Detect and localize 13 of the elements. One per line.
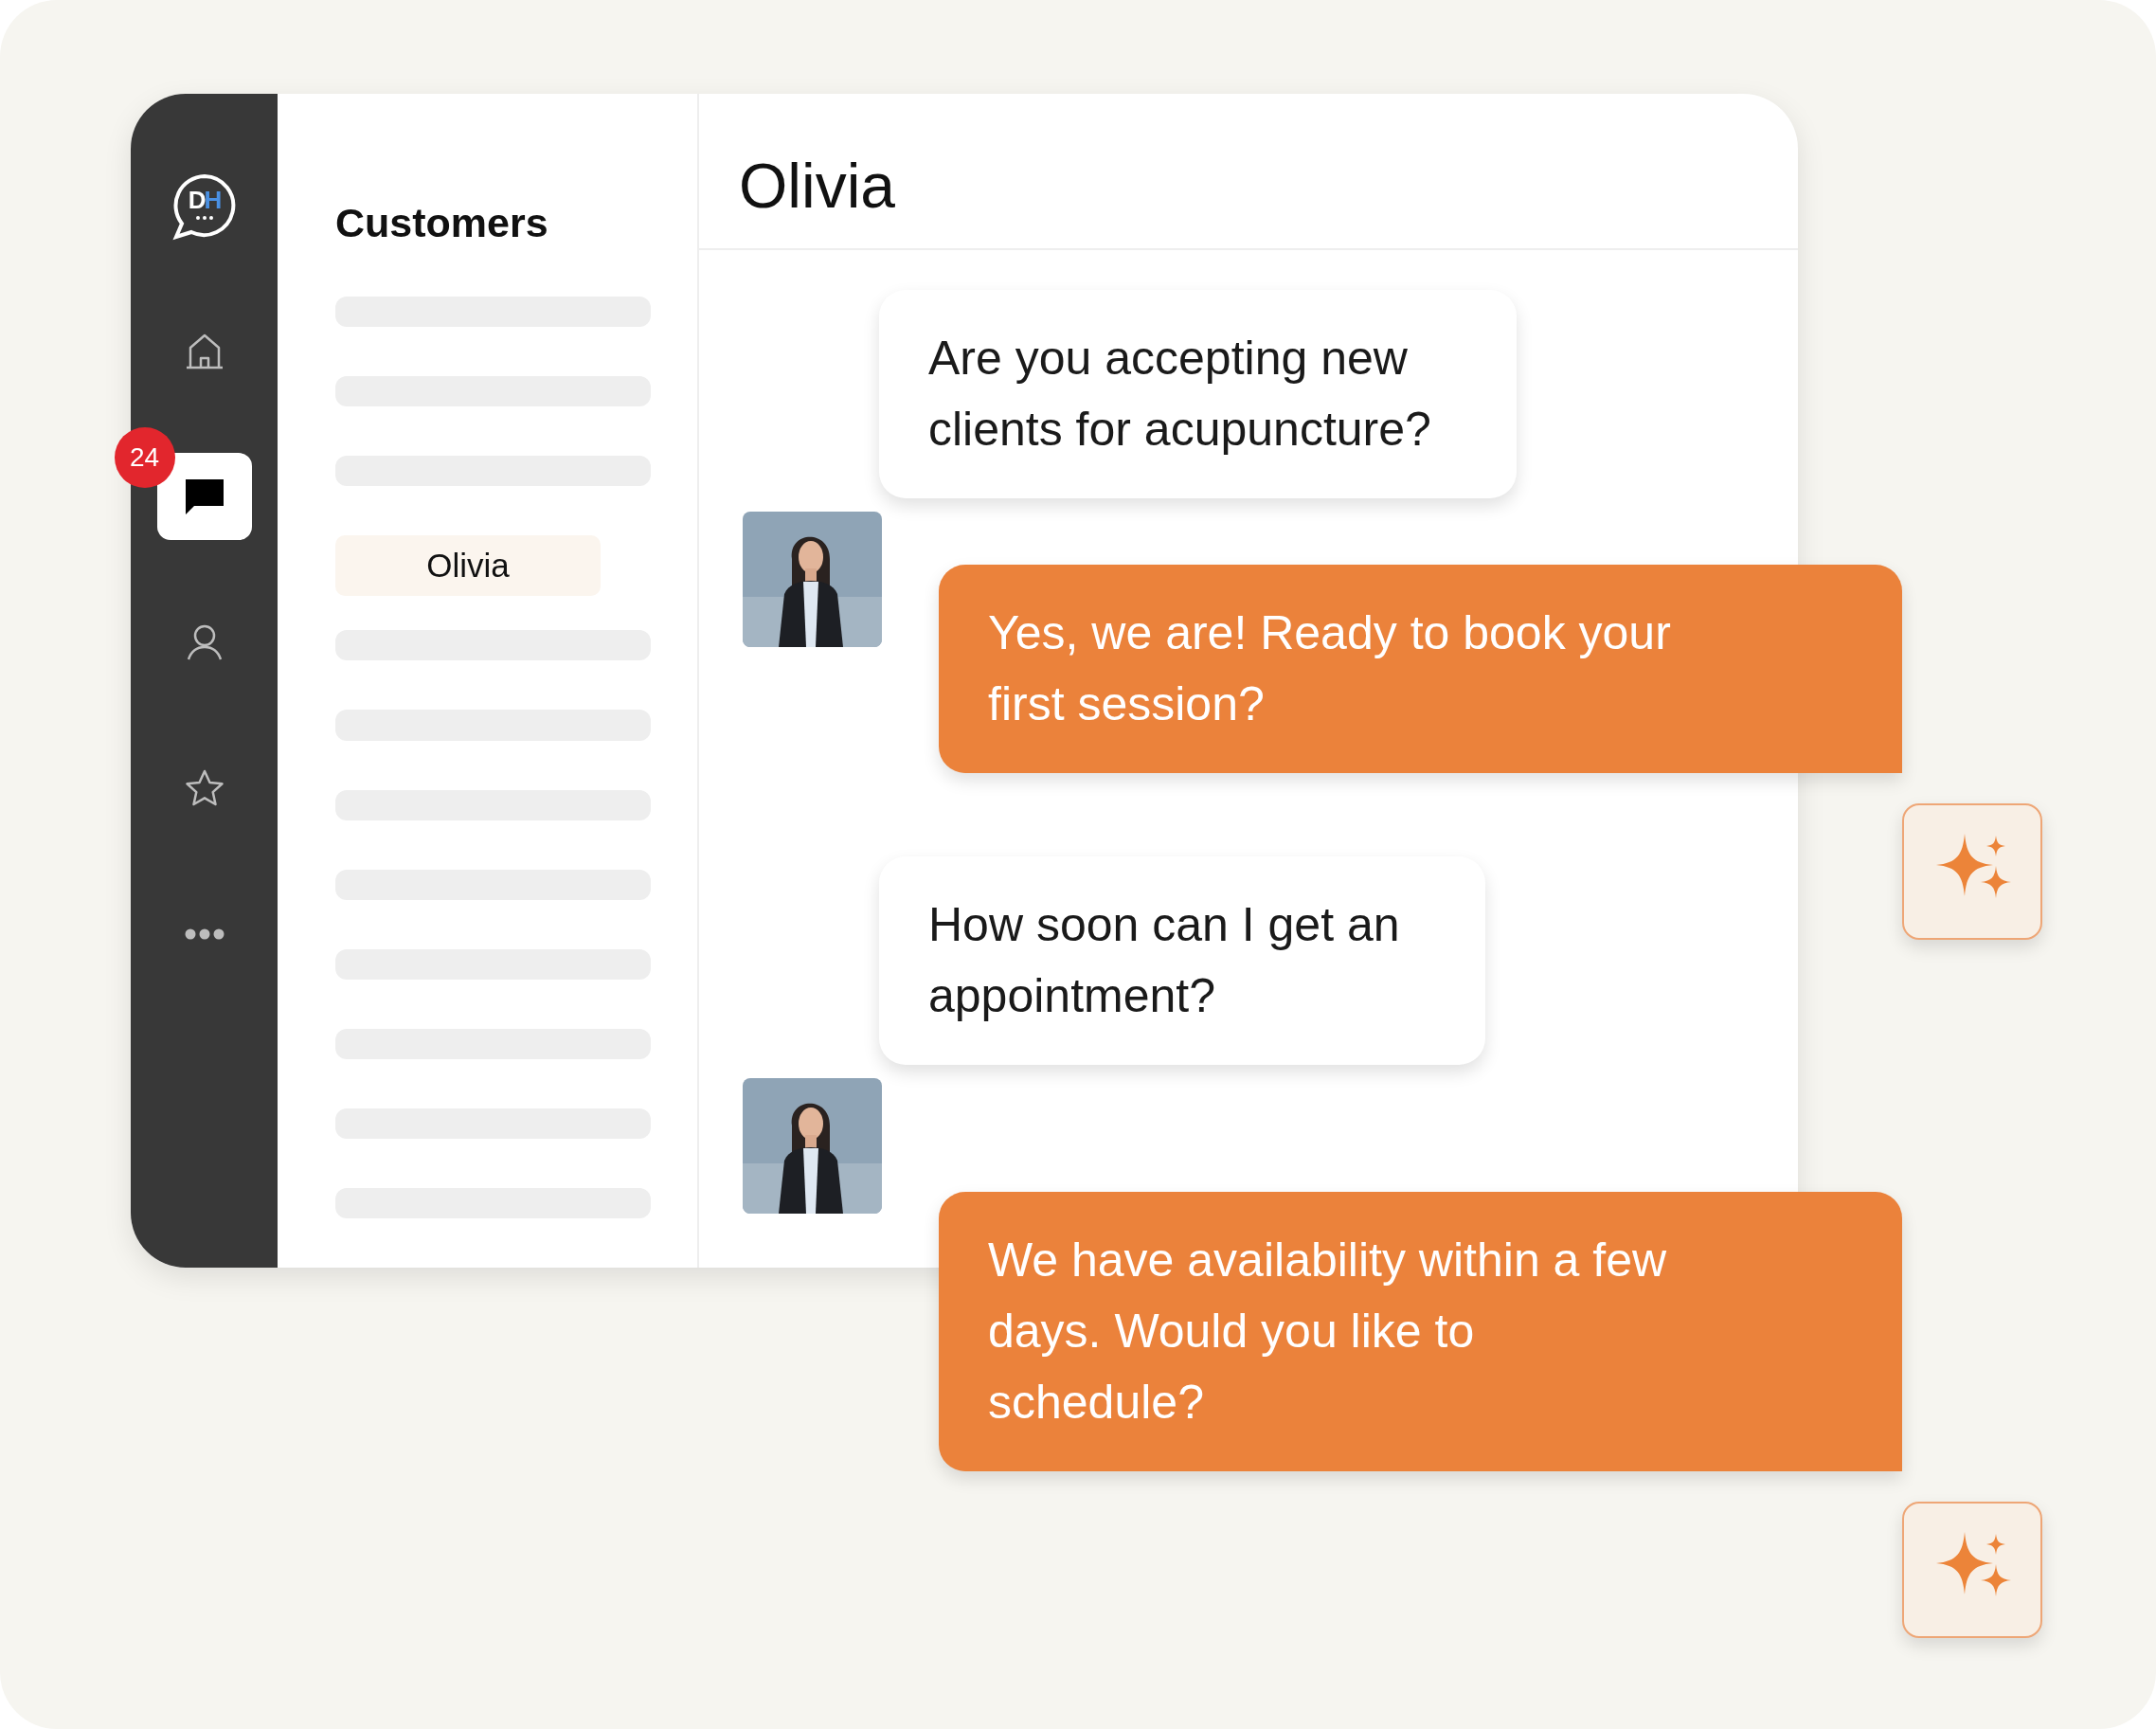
star-icon bbox=[184, 768, 225, 808]
message-bubble: How soon can I get an appointment? bbox=[879, 856, 1485, 1065]
reply-bubble: We have availability within a few days. Would you like to schedule? bbox=[939, 1192, 1902, 1471]
customer-item[interactable]: Olivia bbox=[335, 535, 601, 597]
home-icon bbox=[184, 332, 225, 369]
unread-badge: 24 bbox=[114, 427, 175, 488]
more-icon bbox=[184, 928, 225, 940]
person-icon bbox=[185, 623, 224, 661]
message-bubble: Are you accepting new clients for acupuncture? bbox=[879, 290, 1517, 498]
list-title: Customers bbox=[335, 200, 549, 246]
logo: DH bbox=[171, 173, 238, 242]
chat-title: Olivia bbox=[739, 149, 896, 222]
reply-bubble: Yes, we are! Ready to book your first session? bbox=[939, 565, 1902, 773]
